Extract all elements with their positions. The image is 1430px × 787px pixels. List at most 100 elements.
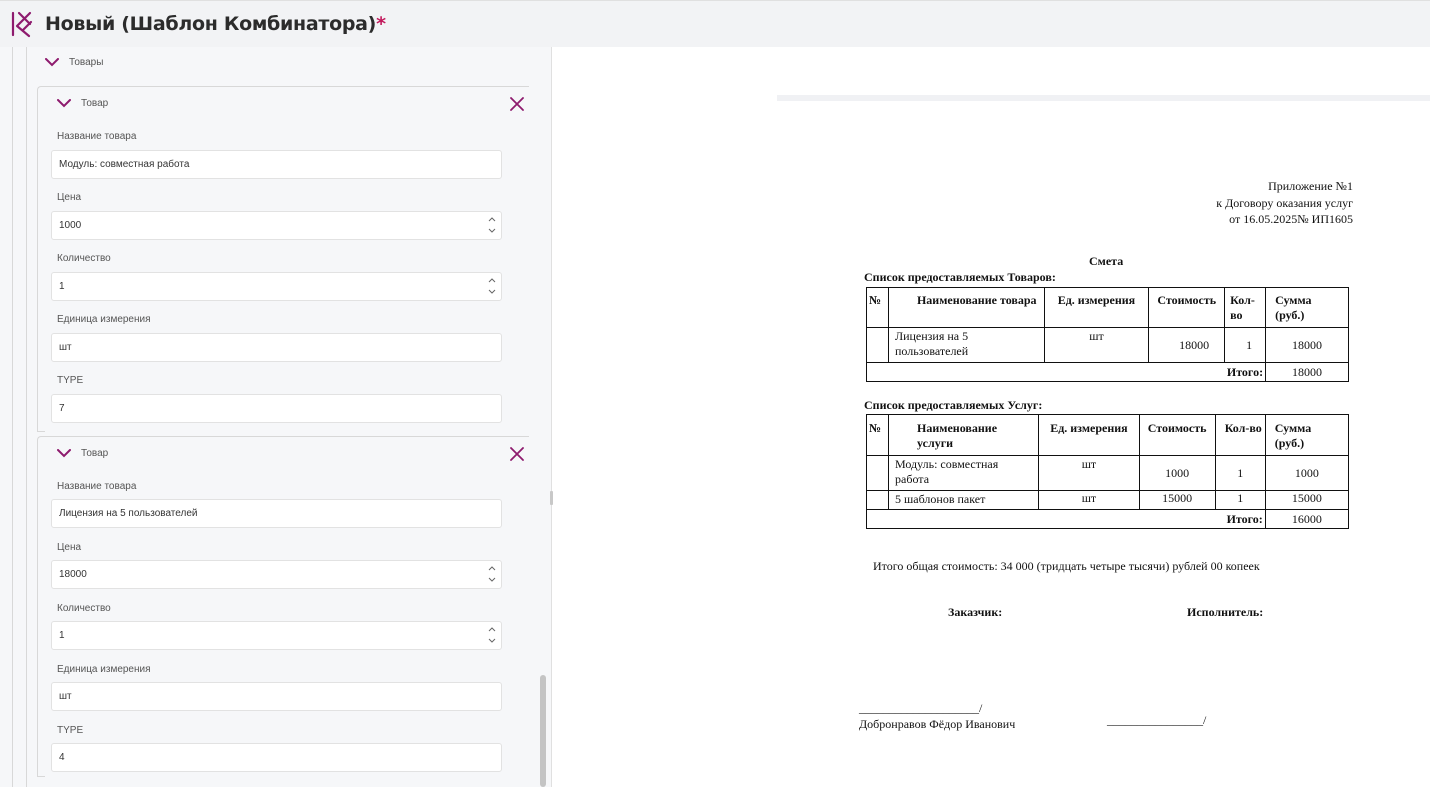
- chevron-down-icon: [57, 449, 71, 458]
- price-value: 18000: [59, 569, 87, 580]
- column-header: Наименование товара: [887, 287, 1045, 328]
- column-header: №: [865, 414, 890, 456]
- total-value: 16000: [1264, 509, 1350, 529]
- row-price: 18000: [1148, 327, 1226, 363]
- column-header: Сумма (руб.): [1264, 414, 1350, 456]
- row-sum: 1000: [1264, 455, 1350, 491]
- preview-page-previous: [777, 47, 1430, 95]
- spinner-icon[interactable]: [488, 276, 496, 296]
- price-input[interactable]: 18000: [51, 560, 502, 589]
- field-label: Цена: [57, 192, 82, 203]
- customer-name: Добронравов Фёдор Иванович: [859, 717, 1016, 731]
- table-header-row: № Наименование услуги Ед. измерения Стои…: [865, 414, 1350, 456]
- close-icon[interactable]: [510, 97, 524, 111]
- row-name: 5 шаблонов пакет: [888, 490, 1040, 510]
- executor-signature-line: ________________/: [1107, 713, 1207, 727]
- column-header: Стоимость: [1138, 414, 1216, 456]
- spinner-icon[interactable]: [488, 215, 496, 235]
- splitter-handle[interactable]: [550, 491, 553, 505]
- appendix-line: от 16.05.2025№ ИП1605: [1229, 212, 1353, 226]
- total-label: Итого:: [866, 509, 1266, 529]
- type-input[interactable]: 4: [51, 743, 502, 772]
- row-qty: 1: [1224, 327, 1267, 363]
- section-title: Товары: [69, 57, 104, 68]
- row-unit: шт: [1038, 490, 1140, 510]
- quantity-value: 1: [59, 281, 65, 292]
- panel-splitter: [551, 47, 552, 787]
- appendix-block: Приложение №1 к Договору оказания услуг …: [1216, 178, 1353, 228]
- row-qty: 1: [1214, 455, 1266, 491]
- price-input[interactable]: 1000: [51, 211, 502, 240]
- row-num: [866, 327, 889, 363]
- column-header: Стоимость: [1148, 287, 1226, 328]
- row-unit: шт: [1043, 327, 1150, 363]
- total-row: Итого: 18000: [865, 362, 1349, 382]
- nesting-line-outer: [12, 47, 13, 787]
- nesting-line-inner: [26, 47, 27, 787]
- field-label: Название товара: [57, 131, 137, 142]
- column-header: Ед. измерения: [1043, 287, 1150, 328]
- row-name: Лицензия на 5 пользователей: [887, 327, 1045, 363]
- unit-input[interactable]: шт: [51, 333, 502, 362]
- app-header: Новый (Шаблон Комбинатора)*: [0, 0, 1430, 47]
- spinner-icon[interactable]: [488, 625, 496, 645]
- column-header: №: [866, 287, 889, 328]
- executor-label: Исполнитель:: [1187, 605, 1264, 619]
- services-heading: Список предоставляемых Услуг:: [864, 398, 1043, 412]
- field-label: Единица измерения: [57, 664, 151, 675]
- field-label: Количество: [57, 603, 111, 614]
- page-title-text: Новый (Шаблон Комбинатора): [45, 13, 377, 35]
- field-label: Цена: [57, 542, 82, 553]
- product-name-input[interactable]: Лицензия на 5 пользователей: [51, 499, 502, 528]
- table-row: Модуль: совместная работа шт 1000 1 1000: [865, 455, 1350, 491]
- row-num: [865, 455, 890, 491]
- spinner-icon[interactable]: [488, 564, 496, 584]
- item-1-toggle[interactable]: Товар: [57, 98, 108, 109]
- row-price: 1000: [1138, 455, 1216, 491]
- total-label: Итого:: [865, 362, 1267, 382]
- field-label: Единица измерения: [57, 314, 151, 325]
- row-qty: 1: [1214, 490, 1266, 510]
- field-label: Количество: [57, 253, 111, 264]
- close-icon[interactable]: [510, 447, 524, 461]
- chevron-down-icon: [45, 58, 59, 67]
- appendix-line: к Договору оказания услуг: [1216, 195, 1353, 210]
- product-name-input[interactable]: Модуль: совместная работа: [51, 150, 502, 179]
- column-header: Кол-во: [1214, 414, 1266, 456]
- total-value: 18000: [1265, 362, 1349, 382]
- table-row: Лицензия на 5 пользователей шт 18000 1 1…: [866, 327, 1349, 363]
- column-header: Сумма (руб.): [1265, 287, 1349, 328]
- price-value: 1000: [59, 220, 82, 231]
- row-price: 15000: [1138, 490, 1216, 510]
- table-row: 5 шаблонов пакет шт 15000 1 15000: [865, 490, 1350, 510]
- row-unit: шт: [1038, 455, 1140, 491]
- combinator-logo-icon[interactable]: [9, 10, 35, 38]
- field-label: TYPE: [57, 375, 84, 386]
- field-label: TYPE: [57, 725, 84, 736]
- appendix-line: Приложение №1: [1268, 179, 1353, 193]
- card-bottom-line: [37, 431, 45, 432]
- chevron-down-icon: [57, 99, 71, 108]
- form-scrollbar[interactable]: [540, 675, 546, 787]
- item-title: Товар: [81, 98, 109, 109]
- row-sum: 18000: [1265, 327, 1349, 363]
- item-2-toggle[interactable]: Товар: [57, 448, 108, 459]
- table-header-row: № Наименование товара Ед. измерения Стои…: [866, 287, 1349, 328]
- services-table: № Наименование услуги Ед. измерения Стои…: [865, 414, 1350, 529]
- quantity-value: 1: [59, 630, 65, 641]
- section-goods-toggle[interactable]: Товары: [45, 57, 103, 68]
- customer-signature-line: ____________________/: [859, 701, 983, 715]
- grand-total: Итого общая стоимость: 34 000 (тридцать …: [873, 559, 1260, 573]
- row-sum: 15000: [1264, 490, 1350, 510]
- goods-table: № Наименование товара Ед. измерения Стои…: [865, 287, 1349, 382]
- unit-input[interactable]: шт: [51, 682, 502, 711]
- field-label: Название товара: [57, 481, 137, 492]
- type-input[interactable]: 7: [51, 394, 502, 423]
- goods-heading: Список предоставляемых Товаров:: [864, 270, 1056, 284]
- row-num: [865, 490, 890, 510]
- quantity-input[interactable]: 1: [51, 621, 502, 650]
- customer-label: Заказчик:: [948, 605, 1003, 619]
- item-title: Товар: [81, 448, 109, 459]
- quantity-input[interactable]: 1: [51, 272, 502, 301]
- card-bottom-line: [37, 776, 45, 777]
